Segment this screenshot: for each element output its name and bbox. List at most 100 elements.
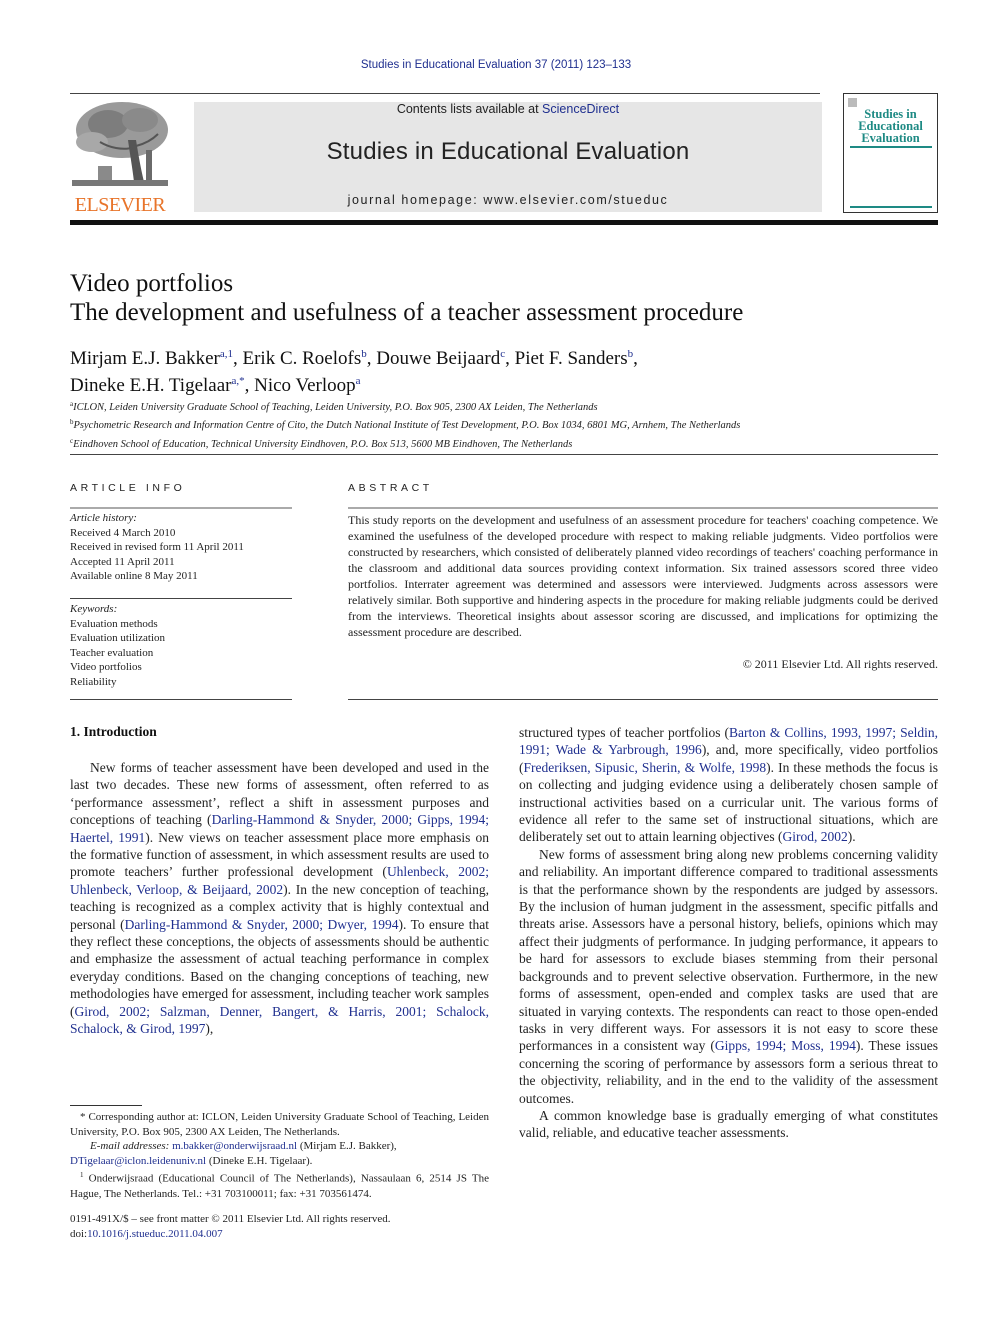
intro-left-column: New forms of teacher assessment have bee… [70,759,489,1038]
elsevier-logo[interactable]: ELSEVIER [70,100,170,216]
contents-availability: Contents lists available at ScienceDirec… [194,102,822,116]
affiliations: aICLON, Leiden University Graduate Schoo… [70,397,740,452]
section-divider [70,454,938,455]
abstract-copyright: © 2011 Elsevier Ltd. All rights reserved… [742,657,938,671]
sciencedirect-link[interactable]: ScienceDirect [542,102,619,116]
article-title: Video portfolios [70,270,234,297]
citation-link[interactable]: Girod, 2002 [783,829,848,844]
article-info-heading: ARTICLE INFO [70,482,186,494]
text-run: structured types of teacher portfolios ( [519,725,730,740]
text-run: ), [205,1021,214,1037]
citation-link[interactable]: Frederiksen, Sipusic, Sherin, & Wolfe, 1… [524,760,767,775]
paragraph: A common knowledge base is gradually eme… [519,1107,938,1141]
abstract-heading: ABSTRACT [348,482,433,494]
abstract-rule [348,507,938,509]
footnotes: * Corresponding author at: ICLON, Leiden… [70,1110,489,1201]
email-owner: (Dineke E.H. Tigelaar). [206,1154,313,1167]
cover-rule [850,146,932,148]
author[interactable]: Erik C. Roelofsb [243,348,367,369]
footnote-rule [70,1105,142,1106]
keyword: Evaluation utilization [70,632,166,644]
affiliation-text: ICLON, Leiden University Graduate School… [73,402,598,413]
issn-line: 0191-491X/$ – see front matter © 2011 El… [70,1213,391,1225]
journal-cover-thumbnail[interactable]: Studies in Educational Evaluation [843,93,938,213]
author-line-2: Dineke E.H. Tigelaara,*, Nico Verloopa [70,370,638,397]
article-info-bottom-rule [70,699,292,700]
elsevier-mini-logo-icon [848,98,857,107]
cover-title: Studies in Educational Evaluation [844,108,937,145]
author[interactable]: Nico Verloopa [254,375,360,396]
doi-link[interactable]: 10.1016/j.stueduc.2011.04.007 [87,1228,223,1240]
keywords-label: Keywords: [70,603,118,615]
author[interactable]: Dineke E.H. Tigelaara,* [70,375,245,396]
publication-info: 0191-491X/$ – see front matter © 2011 El… [70,1212,489,1241]
corresponding-author-note: * Corresponding author at: ICLON, Leiden… [70,1111,489,1138]
author-name[interactable]: Douwe Beijaard [376,348,500,369]
cover-rule [850,206,932,208]
paragraph: New forms of teacher assessment have bee… [70,759,489,1038]
section-heading-introduction: 1. Introduction [70,724,157,739]
email-note: E-mail addresses: m.bakker@onderwijsraad… [70,1139,489,1168]
citation-link[interactable]: Darling-Hammond & Snyder, 2000; Dwyer, 1… [125,917,399,932]
affiliation: aICLON, Leiden University Graduate Schoo… [70,397,740,415]
affiliation: bPsychometric Research and Information C… [70,415,740,433]
masthead-rule [70,220,938,225]
citation-link[interactable]: Girod, 2002; Salzman, Denner, Bangert, &… [70,1004,489,1036]
elsevier-wordmark: ELSEVIER [74,194,166,216]
journal-title: Studies in Educational Evaluation [326,138,690,165]
text-run: ). [847,829,856,845]
citation-link[interactable]: Gipps, 1994; Moss, 1994 [715,1038,856,1053]
text-run: New forms of assessment bring along new … [519,846,938,1054]
keyword: Teacher evaluation [70,646,154,659]
doi-label: doi: [70,1227,88,1240]
affiliation-marker[interactable]: a,* [231,375,244,387]
running-header[interactable]: Studies in Educational Evaluation 37 (20… [0,59,992,71]
history-label: Article history: [70,512,137,524]
email-link[interactable]: m.bakker@onderwijsraad.nl [172,1140,297,1152]
journal-homepage-link[interactable]: journal homepage: www.elsevier.com/stued… [194,193,822,207]
email-label: E-mail addresses: [90,1140,173,1153]
doi-line: doi:10.1016/j.stueduc.2011.04.007 [70,1227,489,1242]
separator: , [505,348,515,369]
email-link[interactable]: DTigelaar@iclon.leidenuniv.nl [70,1155,206,1167]
author[interactable]: Douwe Beijaardc [376,348,505,369]
keyword: Evaluation methods [70,617,158,630]
history-item: Available online 8 May 2011 [70,570,198,582]
history-item: Received in revised form 11 April 2011 [70,541,244,553]
keyword: Reliability [70,675,117,688]
cover-title-line: Evaluation [861,131,920,145]
author-name[interactable]: Nico Verloop [254,375,356,396]
author-name[interactable]: Dineke E.H. Tigelaar [70,375,231,396]
author[interactable]: Piet F. Sandersb [515,348,634,369]
keyword: Video portfolios [70,661,142,673]
journal-banner: Contents lists available at ScienceDirec… [194,102,822,212]
author[interactable]: Mirjam E.J. Bakkera,1 [70,348,233,369]
history-item: Accepted 11 April 2011 [70,555,175,568]
author-name[interactable]: Piet F. Sanders [515,348,628,369]
keywords: Keywords: Evaluation methods Evaluation … [70,602,292,689]
affiliation-text: Psychometric Research and Information Ce… [73,420,741,432]
abstract-bottom-rule [348,699,938,700]
footnote-text: Onderwijsraad (Educational Council of Th… [70,1173,489,1200]
separator: , [366,348,377,369]
contents-prefix: Contents lists available at [396,102,543,116]
article-info-rule [70,507,292,509]
author-list: Mirjam E.J. Bakkera,1, Erik C. Roelofsb,… [70,343,638,397]
author-name[interactable]: Mirjam E.J. Bakker [70,348,220,369]
affiliation-text: Eindhoven School of Education, Technical… [73,438,573,450]
affiliation-marker[interactable]: a [356,375,361,387]
author-line-1: Mirjam E.J. Bakkera,1, Erik C. Roelofsb,… [70,343,638,370]
history-item: Received 4 March 2010 [70,526,176,539]
paragraph: New forms of assessment bring along new … [519,846,938,1107]
separator: , [633,348,638,369]
footnote-1: 1 Onderwijsraad (Educational Council of … [70,1168,489,1201]
elsevier-tree-icon [70,100,170,188]
paragraph: structured types of teacher portfolios (… [519,724,938,846]
header-divider [70,93,820,94]
separator: , [244,375,255,396]
author-name[interactable]: Erik C. Roelofs [243,348,362,369]
affiliation-marker[interactable]: a,1 [220,348,233,360]
email-owner: (Mirjam E.J. Bakker), [297,1140,397,1153]
separator: , [233,348,243,369]
article-history: Article history: Received 4 March 2010 R… [70,511,292,584]
